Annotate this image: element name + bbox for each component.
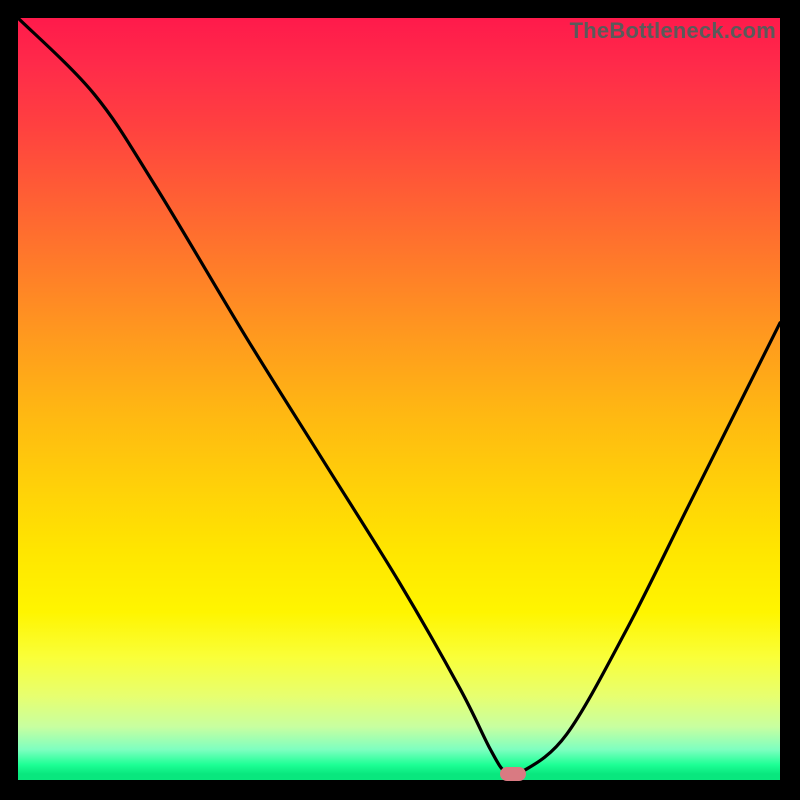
plot-area: TheBottleneck.com (18, 18, 780, 780)
watermark-text: TheBottleneck.com (570, 18, 776, 44)
bottleneck-curve (18, 18, 780, 780)
chart-frame: TheBottleneck.com (18, 18, 780, 780)
optimal-marker (500, 767, 526, 781)
